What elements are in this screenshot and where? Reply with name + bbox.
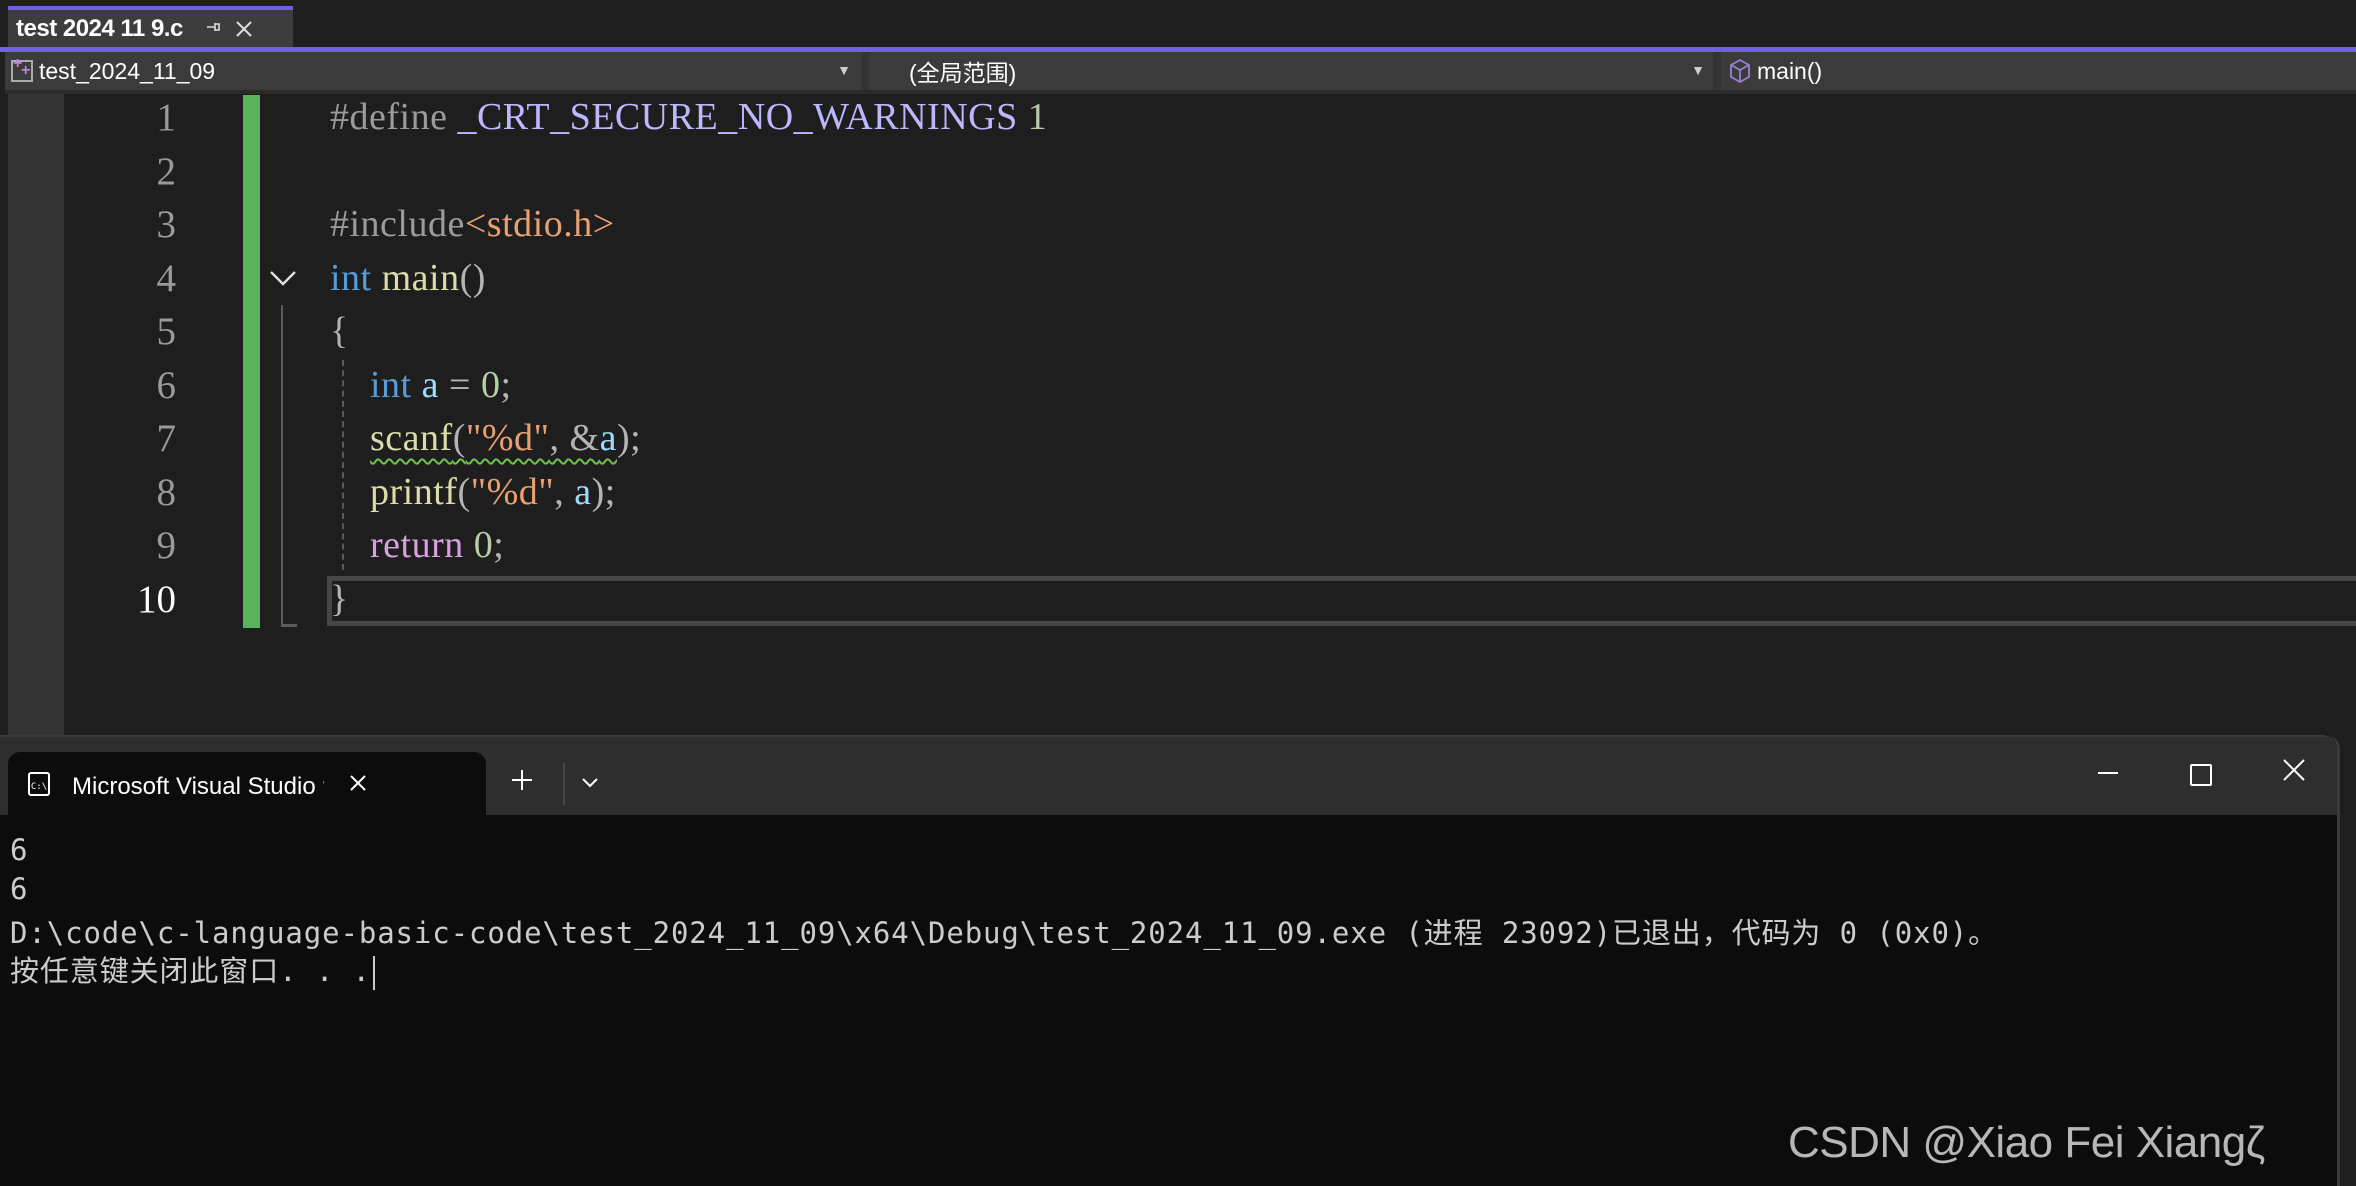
code-token: ; [493, 524, 505, 566]
c-project-icon [11, 55, 33, 82]
code-token: return [370, 524, 464, 566]
line-number: 1 [156, 96, 177, 139]
code-token: ; [500, 363, 512, 406]
code-token: "%d" [465, 417, 550, 459]
console-tab-label: Microsoft Visual Studio 调试控制台 [72, 773, 324, 800]
code-line[interactable]: { [330, 309, 349, 353]
member-dropdown[interactable]: main() [1723, 52, 2356, 90]
code-line[interactable]: printf("%d", a); [330, 470, 616, 514]
chevron-down-icon: ▼ [1691, 62, 1705, 78]
code-line[interactable]: return 0; [330, 523, 504, 567]
tab-separator [563, 762, 565, 806]
indicator-margin [8, 94, 64, 736]
text-cursor [372, 956, 375, 990]
document-tab-title: test 2024 11 9.c [16, 15, 183, 42]
tab-dropdown-button[interactable] [580, 770, 600, 796]
line-number: 10 [137, 577, 176, 621]
new-tab-button[interactable] [510, 758, 534, 801]
outline-fold-line [281, 305, 283, 627]
document-tab[interactable]: test 2024 11 9.c [8, 6, 293, 48]
console-output-line: 6 [10, 872, 29, 906]
line-number: 8 [156, 470, 177, 514]
navigation-bar: test_2024_11_09 ▼ (全局范围) ▼ main() [5, 52, 2356, 94]
watermark: CSDN @Xiao Fei Xiangζ [1788, 1118, 2265, 1167]
code-token: ( [452, 417, 466, 459]
scope-name: (全局范围) [909, 60, 1017, 86]
line-number: 4 [156, 256, 177, 300]
line-number: 9 [156, 524, 177, 567]
code-token: 0 [473, 524, 494, 566]
console-output-line: D:\code\c-language-basic-code\test_2024_… [10, 916, 1999, 950]
code-token: a [599, 417, 617, 459]
code-token: printf [370, 470, 458, 513]
change-tracking-bar [243, 95, 260, 628]
console-prompt-text: 按任意键关闭此窗口. . . [10, 954, 371, 988]
minimize-button[interactable] [2098, 772, 2118, 774]
code-token: int [370, 363, 412, 406]
current-line-highlight [327, 576, 2356, 626]
code-line[interactable]: scanf("%d", &a); [330, 416, 641, 460]
code-token: () [459, 256, 486, 299]
code-token: main [381, 256, 460, 299]
line-number: 6 [156, 363, 177, 407]
code-token: #define [330, 96, 458, 138]
combo-separator [1713, 52, 1721, 90]
code-token: "%d" [470, 470, 555, 513]
scope-dropdown[interactable]: (全局范围) ▼ [873, 52, 1713, 90]
code-token: ); [616, 417, 642, 459]
chevron-down-icon: ▼ [837, 62, 851, 78]
code-token: , [554, 470, 575, 513]
line-number: 2 [156, 149, 177, 193]
code-token: _CRT_SECURE_NO_WARNINGS [457, 96, 1018, 138]
console-tab[interactable]: C:\ Microsoft Visual Studio 调试控制台 [8, 752, 486, 815]
project-dropdown[interactable]: test_2024_11_09 ▼ [11, 52, 859, 90]
code-token: a [574, 470, 592, 513]
code-line[interactable]: #define _CRT_SECURE_NO_WARNINGS 1 [330, 95, 1047, 139]
console-output-line: 6 [10, 833, 29, 867]
code-line[interactable]: #include<stdio.h> [330, 202, 615, 246]
close-tab-icon[interactable] [235, 13, 253, 45]
code-line[interactable]: int main() [330, 256, 486, 300]
code-token: #include [330, 203, 465, 245]
combo-separator [861, 52, 869, 90]
code-token: ( [457, 470, 471, 513]
method-cube-icon [1730, 58, 1750, 84]
outline-fold-end [281, 624, 297, 627]
pin-icon[interactable] [205, 18, 221, 41]
console-prompt-line: 按任意键关闭此窗口. . . [10, 948, 375, 990]
line-number: 7 [156, 417, 177, 460]
code-token: int [330, 256, 372, 299]
code-token: a [421, 363, 439, 406]
code-editor[interactable] [0, 94, 2356, 736]
code-token: ); [591, 470, 616, 513]
line-number: 3 [156, 203, 177, 246]
command-prompt-icon: C:\ [28, 771, 50, 796]
member-name: main() [1757, 57, 1823, 84]
project-name: test_2024_11_09 [39, 57, 216, 84]
code-token: 0 [480, 363, 501, 406]
line-number: 5 [156, 310, 177, 353]
indent-guide [342, 360, 344, 570]
code-token: scanf [370, 417, 453, 459]
maximize-button[interactable] [2190, 764, 2212, 786]
collapse-chevron-icon[interactable] [266, 262, 300, 296]
code-token: 1 [1017, 96, 1048, 138]
code-token: <stdio.h> [464, 203, 615, 245]
code-token: = [439, 363, 481, 406]
window-close-button[interactable] [2282, 752, 2306, 791]
document-tab-strip [0, 0, 2356, 48]
code-token: { [330, 310, 349, 352]
close-console-tab-icon[interactable] [348, 767, 368, 801]
code-token: , & [549, 417, 600, 459]
code-line[interactable]: int a = 0; [330, 363, 512, 407]
